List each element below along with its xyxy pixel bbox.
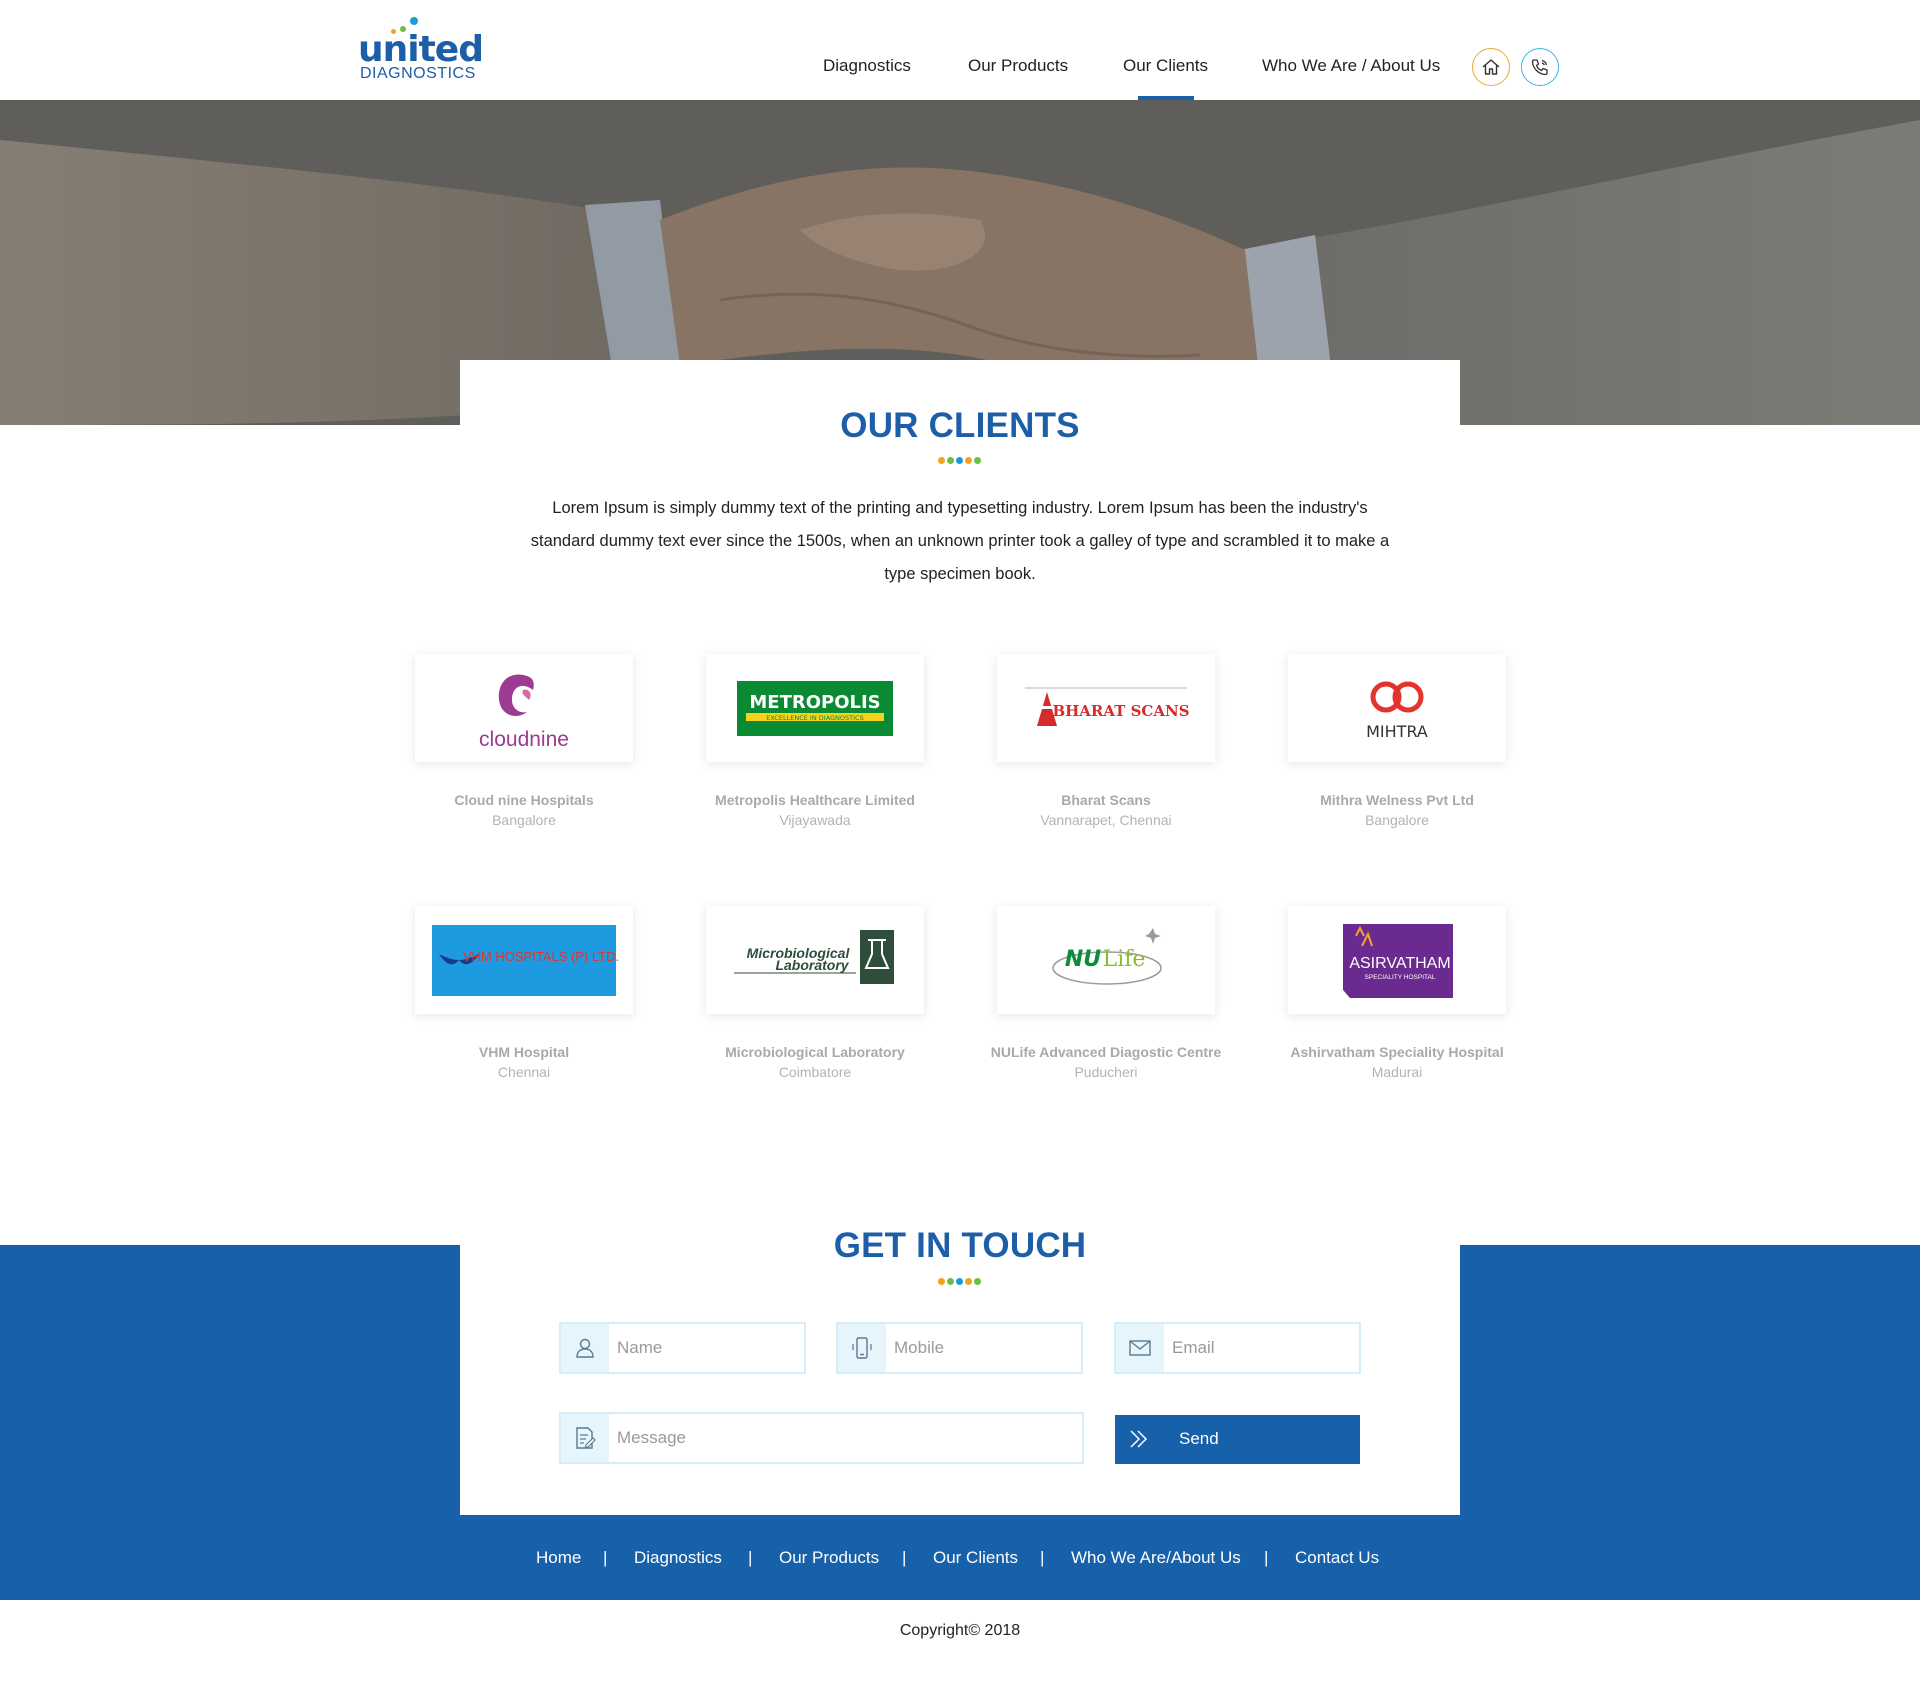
- send-label: Send: [1179, 1429, 1219, 1448]
- client-name: Mithra Welness Pvt Ltd: [1320, 792, 1474, 808]
- note-icon: [561, 1414, 609, 1462]
- client-city: Bangalore: [1365, 812, 1429, 828]
- envelope-icon: [1116, 1324, 1164, 1372]
- client-city: Madurai: [1371, 1064, 1423, 1080]
- client-name: Metropolis Healthcare Limited: [715, 792, 915, 808]
- clients-title-dots: [938, 457, 984, 465]
- home-icon: [1482, 59, 1500, 75]
- footer-link-diagnostics[interactable]: Diagnostics: [634, 1548, 722, 1568]
- client-logo: BHARAT SCANS: [997, 654, 1215, 762]
- client-city: Coimbatore: [778, 1064, 852, 1080]
- client-logo: NU Life: [997, 906, 1215, 1014]
- client-name: VHM Hospital: [478, 1044, 570, 1060]
- home-button[interactable]: [1472, 48, 1510, 86]
- brand-logo[interactable]: united DIAGNOSTICS: [358, 14, 484, 84]
- client-logo: ASIRVATHAM SPECIALITY HOSPITAL: [1288, 906, 1506, 1014]
- client-logo: METROPOLIS EXCELLENCE IN DIAGNOSTICS: [706, 654, 924, 762]
- client-city: Vannarapet, Chennai: [1040, 812, 1172, 828]
- client-name: NULife Advanced Diagostic Centre: [990, 1044, 1222, 1060]
- footer-separator: |: [748, 1548, 753, 1567]
- double-chevron-icon: [1125, 1425, 1153, 1458]
- contact-title: GET IN TOUCH: [833, 1226, 1087, 1265]
- footer-separator: |: [603, 1548, 608, 1567]
- copyright: Copyright© 2018: [899, 1622, 1021, 1639]
- cloudnine-logo-text: cloudnine: [479, 728, 569, 751]
- mihtra-logo-text: MIHTRA: [1366, 722, 1428, 741]
- footer-separator: |: [902, 1548, 907, 1567]
- mobile-input[interactable]: [894, 1334, 1074, 1362]
- footer-separator: |: [1040, 1548, 1045, 1567]
- metropolis-logo-text: METROPOLIS: [749, 692, 880, 713]
- message-field[interactable]: [559, 1412, 1084, 1464]
- contact-title-dots: [938, 1278, 984, 1286]
- client-city: Bangalore: [492, 812, 556, 828]
- site-header: united DIAGNOSTICS Diagnostics Our Produ…: [0, 0, 1920, 100]
- asirvatham-logo: ASIRVATHAM SPECIALITY HOSPITAL: [1343, 924, 1453, 998]
- client-name: Microbiological Laboratory: [725, 1044, 905, 1060]
- send-button[interactable]: Send: [1115, 1415, 1360, 1464]
- mobile-field[interactable]: [836, 1322, 1083, 1374]
- clients-title: OUR CLIENTS: [840, 406, 1080, 445]
- vhm-logo: VHM HOSPITALS (P) LTD.: [432, 925, 619, 996]
- metropolis-logo-sub: EXCELLENCE IN DIAGNOSTICS: [766, 714, 863, 722]
- message-input[interactable]: [617, 1424, 1067, 1452]
- email-input[interactable]: [1172, 1334, 1352, 1362]
- mobile-icon: [838, 1324, 886, 1372]
- user-icon: [561, 1324, 609, 1372]
- logo-dot-blue: [410, 17, 418, 25]
- cloudnine-logo: cloudnine: [479, 674, 569, 751]
- client-logo: MIHTRA: [1288, 654, 1506, 762]
- nulife-logo-text: NU: [1065, 947, 1101, 972]
- client-name: Ashirvatham Speciality Hospital: [1290, 1044, 1504, 1060]
- mihtra-logo: MIHTRA: [1366, 681, 1428, 741]
- client-name: Cloud nine Hospitals: [454, 792, 594, 808]
- vhm-logo-text: VHM HOSPITALS (P) LTD.: [463, 949, 619, 964]
- footer-link-our-products[interactable]: Our Products: [779, 1548, 879, 1568]
- nav-who-we-are[interactable]: Who We Are / About Us: [1262, 56, 1440, 76]
- footer-link-our-clients[interactable]: Our Clients: [933, 1548, 1018, 1568]
- nav-our-clients[interactable]: Our Clients: [1123, 56, 1208, 76]
- email-field[interactable]: [1114, 1322, 1361, 1374]
- nav-diagnostics[interactable]: Diagnostics: [823, 56, 911, 76]
- bharat-scans-logo: BHARAT SCANS: [1025, 687, 1190, 726]
- client-logo: Microbiological Laboratory: [706, 906, 924, 1014]
- nav-our-products[interactable]: Our Products: [968, 56, 1068, 76]
- footer-link-home[interactable]: Home: [536, 1548, 581, 1568]
- footer-nav: Home | Diagnostics | Our Products | Our …: [0, 1548, 1920, 1572]
- microbiological-logo: Microbiological Laboratory: [734, 930, 894, 984]
- nulife-logo-text2: Life: [1103, 947, 1146, 972]
- clients-intro: Lorem Ipsum is simply dummy text of the …: [530, 499, 1390, 583]
- footer-separator: |: [1264, 1548, 1269, 1567]
- footer-link-contact-us[interactable]: Contact Us: [1295, 1548, 1379, 1568]
- client-city: Chennai: [497, 1064, 551, 1080]
- brand-tagline: DIAGNOSTICS: [360, 65, 476, 82]
- name-field[interactable]: [559, 1322, 806, 1374]
- brand-name: united: [358, 29, 484, 70]
- bharat-scans-logo-text: BHARAT SCANS: [1052, 702, 1189, 720]
- client-city: Vijayawada: [779, 812, 851, 828]
- name-input[interactable]: [617, 1334, 797, 1362]
- phone-button[interactable]: [1521, 48, 1559, 86]
- client-city: Puducheri: [1074, 1064, 1138, 1080]
- phone-icon: [1531, 59, 1548, 76]
- client-name: Bharat Scans: [1061, 792, 1151, 808]
- asirvatham-logo-sub: SPECIALITY HOSPITAL: [1365, 974, 1436, 981]
- footer-link-who-we-are[interactable]: Who We Are/About Us: [1071, 1548, 1241, 1568]
- nulife-logo: NU Life: [1052, 928, 1162, 985]
- metropolis-logo: METROPOLIS EXCELLENCE IN DIAGNOSTICS: [737, 681, 893, 736]
- client-logo: cloudnine: [415, 654, 633, 762]
- microbiological-logo-text2: Laboratory: [775, 957, 849, 973]
- client-logo: VHM HOSPITALS (P) LTD.: [415, 906, 633, 1014]
- asirvatham-logo-text: ASIRVATHAM: [1349, 955, 1450, 972]
